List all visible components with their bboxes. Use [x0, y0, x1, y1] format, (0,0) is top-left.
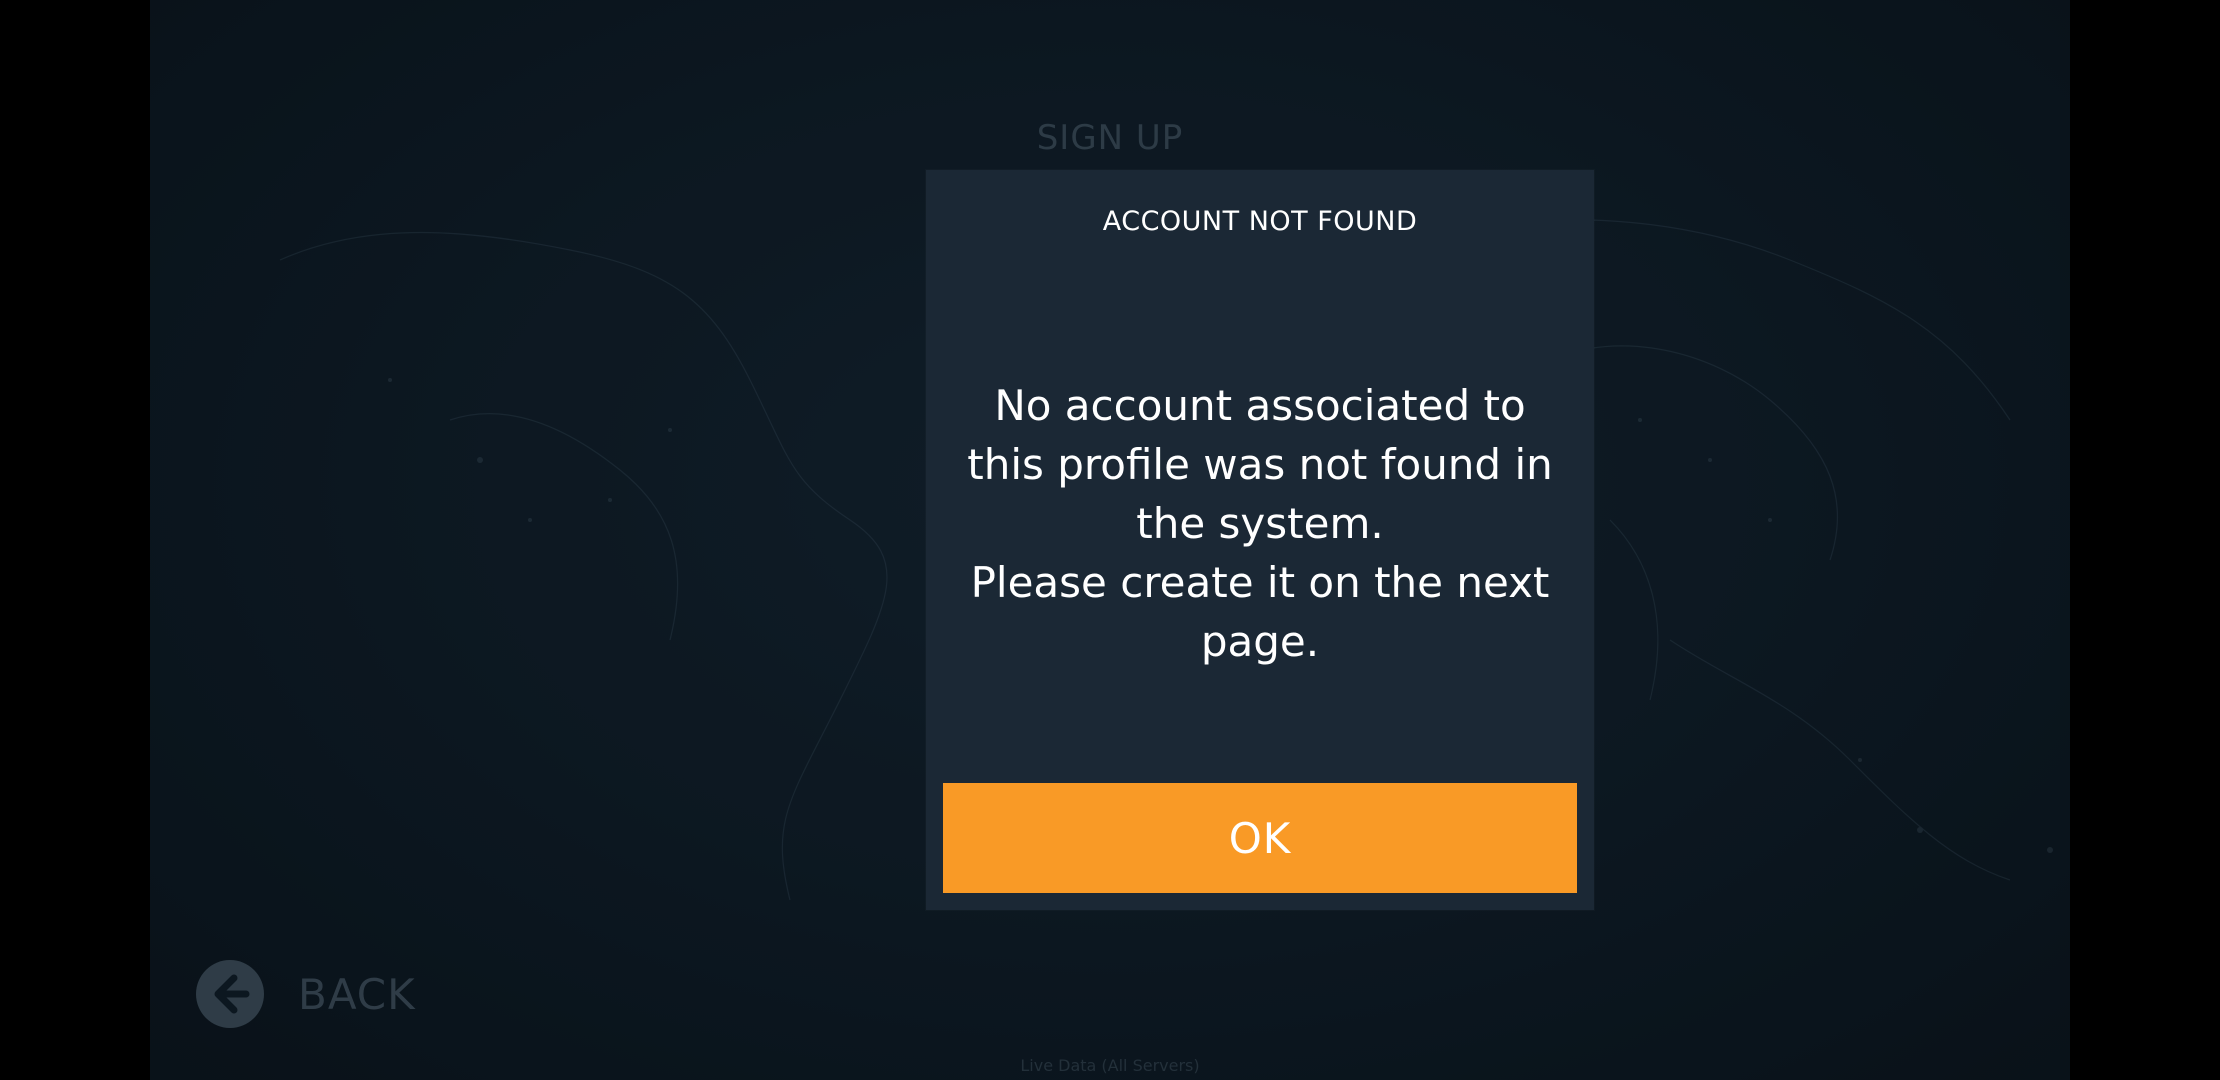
- app-screen: SIGN UP BACK Live Data (All Servers) ACC…: [150, 0, 2070, 1080]
- dialog-message: No account associated to this profile wa…: [967, 381, 1553, 666]
- ok-button[interactable]: OK: [943, 783, 1577, 893]
- account-not-found-dialog: ACCOUNT NOT FOUND No account associated …: [926, 170, 1594, 910]
- dialog-title: ACCOUNT NOT FOUND: [1102, 206, 1418, 237]
